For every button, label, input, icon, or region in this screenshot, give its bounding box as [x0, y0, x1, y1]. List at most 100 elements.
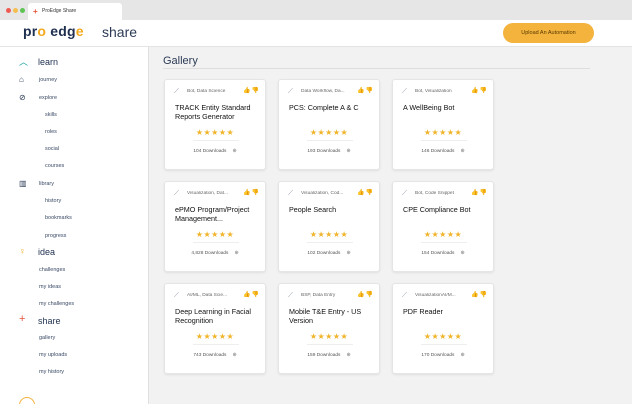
download-count: 154 Downloads ⊕ — [421, 250, 465, 256]
thumbs-vote-icon[interactable]: 👍👎 — [471, 291, 491, 298]
sidebar-item-social[interactable]: social — [45, 146, 59, 152]
card-tags: AI/ML, Data Scie... — [187, 293, 227, 298]
automation-card[interactable]: ⟋ Visualization, Cod... 👍👎 People Search ★★★… — [278, 181, 380, 272]
download-icon[interactable]: ⊕ — [346, 352, 350, 358]
minimize-window-dot[interactable] — [13, 8, 18, 13]
sidebar-item-my-ideas[interactable]: my ideas — [39, 284, 61, 290]
sidebar-item-my-history[interactable]: my history — [39, 369, 64, 375]
maximize-window-dot[interactable] — [20, 8, 25, 13]
download-icon[interactable]: ⊕ — [346, 148, 350, 154]
automation-card[interactable]: ⟋ AI/ML, Data Scie... 👍👎 Deep Learning in F… — [164, 283, 266, 374]
thumbs-vote-icon[interactable]: 👍👎 — [243, 189, 263, 196]
download-icon[interactable]: ⊕ — [232, 352, 236, 358]
download-icon[interactable]: ⊕ — [460, 352, 464, 358]
thumbs-vote-icon[interactable]: 👍👎 — [471, 87, 491, 94]
sidebar-item-bookmarks[interactable]: bookmarks — [45, 215, 72, 221]
card-separator — [307, 140, 353, 141]
automation-card[interactable]: ⟋ Bot, Visualization 👍👎 A WellBeing Bot ★★★★… — [392, 79, 494, 170]
thumbs-vote-icon[interactable]: 👍👎 — [357, 291, 377, 298]
rating-stars: ★★★★★ — [309, 230, 349, 239]
chart-icon: ⟋ — [174, 190, 179, 197]
card-separator — [193, 140, 239, 141]
thumbs-vote-icon[interactable]: 👍👎 — [471, 189, 491, 196]
close-window-dot[interactable] — [6, 8, 11, 13]
sidebar-item-courses[interactable]: courses — [45, 163, 64, 169]
sidebar-item-explore[interactable]: explore — [39, 95, 57, 101]
sidebar-section-learn[interactable]: learn — [38, 57, 58, 67]
sidebar-item-history[interactable]: history — [45, 198, 61, 204]
sidebar-item-challenges[interactable]: challenges — [39, 267, 65, 273]
sidebar-item-roles[interactable]: roles — [45, 129, 57, 135]
card-tags: VisualizationAI/M... — [415, 293, 456, 298]
chart-icon: ⟋ — [174, 292, 179, 299]
card-tags: Data Workflow, Da... — [301, 89, 345, 94]
sidebar: ︿ learn ⌂ journey ⊘ explore skills roles… — [0, 47, 149, 404]
upload-automation-button[interactable]: Upload An Automation — [503, 23, 594, 43]
download-count: 170 Downloads ⊕ — [421, 352, 465, 358]
card-separator — [193, 242, 239, 243]
thumbs-vote-icon[interactable]: 👍👎 — [357, 189, 377, 196]
card-tags: Bot, Visualization — [415, 89, 452, 94]
automation-card[interactable]: ⟋ VisualizationAI/M... 👍👎 PDF Reader ★★★★★ 17… — [392, 283, 494, 374]
chart-icon: ⟋ — [174, 88, 179, 95]
sidebar-section-idea[interactable]: idea — [38, 247, 55, 257]
thumbs-vote-icon[interactable]: 👍👎 — [243, 291, 263, 298]
sidebar-item-my-challenges[interactable]: my challenges — [39, 301, 74, 307]
card-title[interactable]: Deep Learning in Facial Recognition — [175, 307, 263, 325]
chart-icon: ⟋ — [288, 88, 293, 95]
download-icon[interactable]: ⊕ — [460, 148, 464, 154]
rating-stars: ★★★★★ — [309, 128, 349, 137]
sidebar-item-skills[interactable]: skills — [45, 112, 57, 118]
tab-title: ProEdge Share — [42, 8, 77, 14]
card-title[interactable]: TRACK Entity Standard Reports Generator — [175, 103, 263, 121]
proedge-logo[interactable]: pro edge — [23, 23, 84, 39]
top-header: pro edge share Upload An Automation — [0, 20, 632, 47]
rating-stars: ★★★★★ — [195, 332, 235, 341]
rating-stars: ★★★★★ — [423, 332, 463, 341]
thumbs-vote-icon[interactable]: 👍👎 — [357, 87, 377, 94]
card-separator — [307, 242, 353, 243]
chevron-up-icon: ︿ — [19, 57, 29, 67]
rating-stars: ★★★★★ — [309, 332, 349, 341]
sidebar-item-my-uploads[interactable]: my uploads — [39, 352, 67, 358]
card-separator — [307, 344, 353, 345]
card-separator — [421, 344, 467, 345]
card-separator — [421, 140, 467, 141]
download-count: 193 Downloads ⊕ — [307, 148, 351, 154]
card-tags: BSP, Data Entry — [301, 293, 336, 298]
rating-stars: ★★★★★ — [195, 128, 235, 137]
card-title[interactable]: CPE Compliance Bot — [403, 205, 491, 214]
gallery-divider — [163, 68, 590, 69]
automation-card[interactable]: ⟋ Bot, Data Science 👍👎 TRACK Entity Standar… — [164, 79, 266, 170]
download-icon[interactable]: ⊕ — [460, 250, 464, 256]
card-title[interactable]: ePMO Program/Project Management... — [175, 205, 263, 223]
card-title[interactable]: People Search — [289, 205, 377, 214]
card-separator — [193, 344, 239, 345]
download-icon[interactable]: ⊕ — [234, 250, 238, 256]
sidebar-section-share[interactable]: share — [38, 316, 61, 326]
journey-icon: ⌂ — [19, 75, 24, 84]
card-title[interactable]: Mobile T&E Entry - US Version — [289, 307, 377, 325]
card-title[interactable]: PDF Reader — [403, 307, 491, 316]
thumbs-vote-icon[interactable]: 👍👎 — [243, 87, 263, 94]
gallery-title: Gallery — [163, 55, 198, 67]
download-icon[interactable]: ⊕ — [232, 148, 236, 154]
sidebar-item-gallery[interactable]: gallery — [39, 335, 55, 341]
sidebar-item-progress[interactable]: progress — [45, 233, 66, 239]
sidebar-item-journey[interactable]: journey — [39, 77, 57, 83]
download-icon[interactable]: ⊕ — [346, 250, 350, 256]
rating-stars: ★★★★★ — [423, 230, 463, 239]
download-count: 104 Downloads ⊕ — [193, 148, 237, 154]
card-title[interactable]: PCS: Complete A & C — [289, 103, 377, 112]
sidebar-item-library[interactable]: library — [39, 181, 54, 187]
card-title[interactable]: A WellBeing Bot — [403, 103, 491, 112]
chart-icon: ⟋ — [402, 88, 407, 95]
automation-card[interactable]: ⟋ BSP, Data Entry 👍👎 Mobile T&E Entry - US … — [278, 283, 380, 374]
download-count: 4,828 Downloads ⊕ — [191, 250, 239, 256]
automation-card[interactable]: ⟋ Visualization, Dat... 👍👎 ePMO Program/Pro… — [164, 181, 266, 272]
automation-card[interactable]: ⟋ Bot, Code Snippet 👍👎 CPE Compliance Bot ★★… — [392, 181, 494, 272]
card-tags: Visualization, Cod... — [301, 191, 344, 196]
tab-favicon-icon: + — [33, 7, 38, 16]
browser-tab[interactable]: + ProEdge Share — [28, 3, 122, 20]
automation-card[interactable]: ⟋ Data Workflow, Da... 👍👎 PCS: Complete A &… — [278, 79, 380, 170]
